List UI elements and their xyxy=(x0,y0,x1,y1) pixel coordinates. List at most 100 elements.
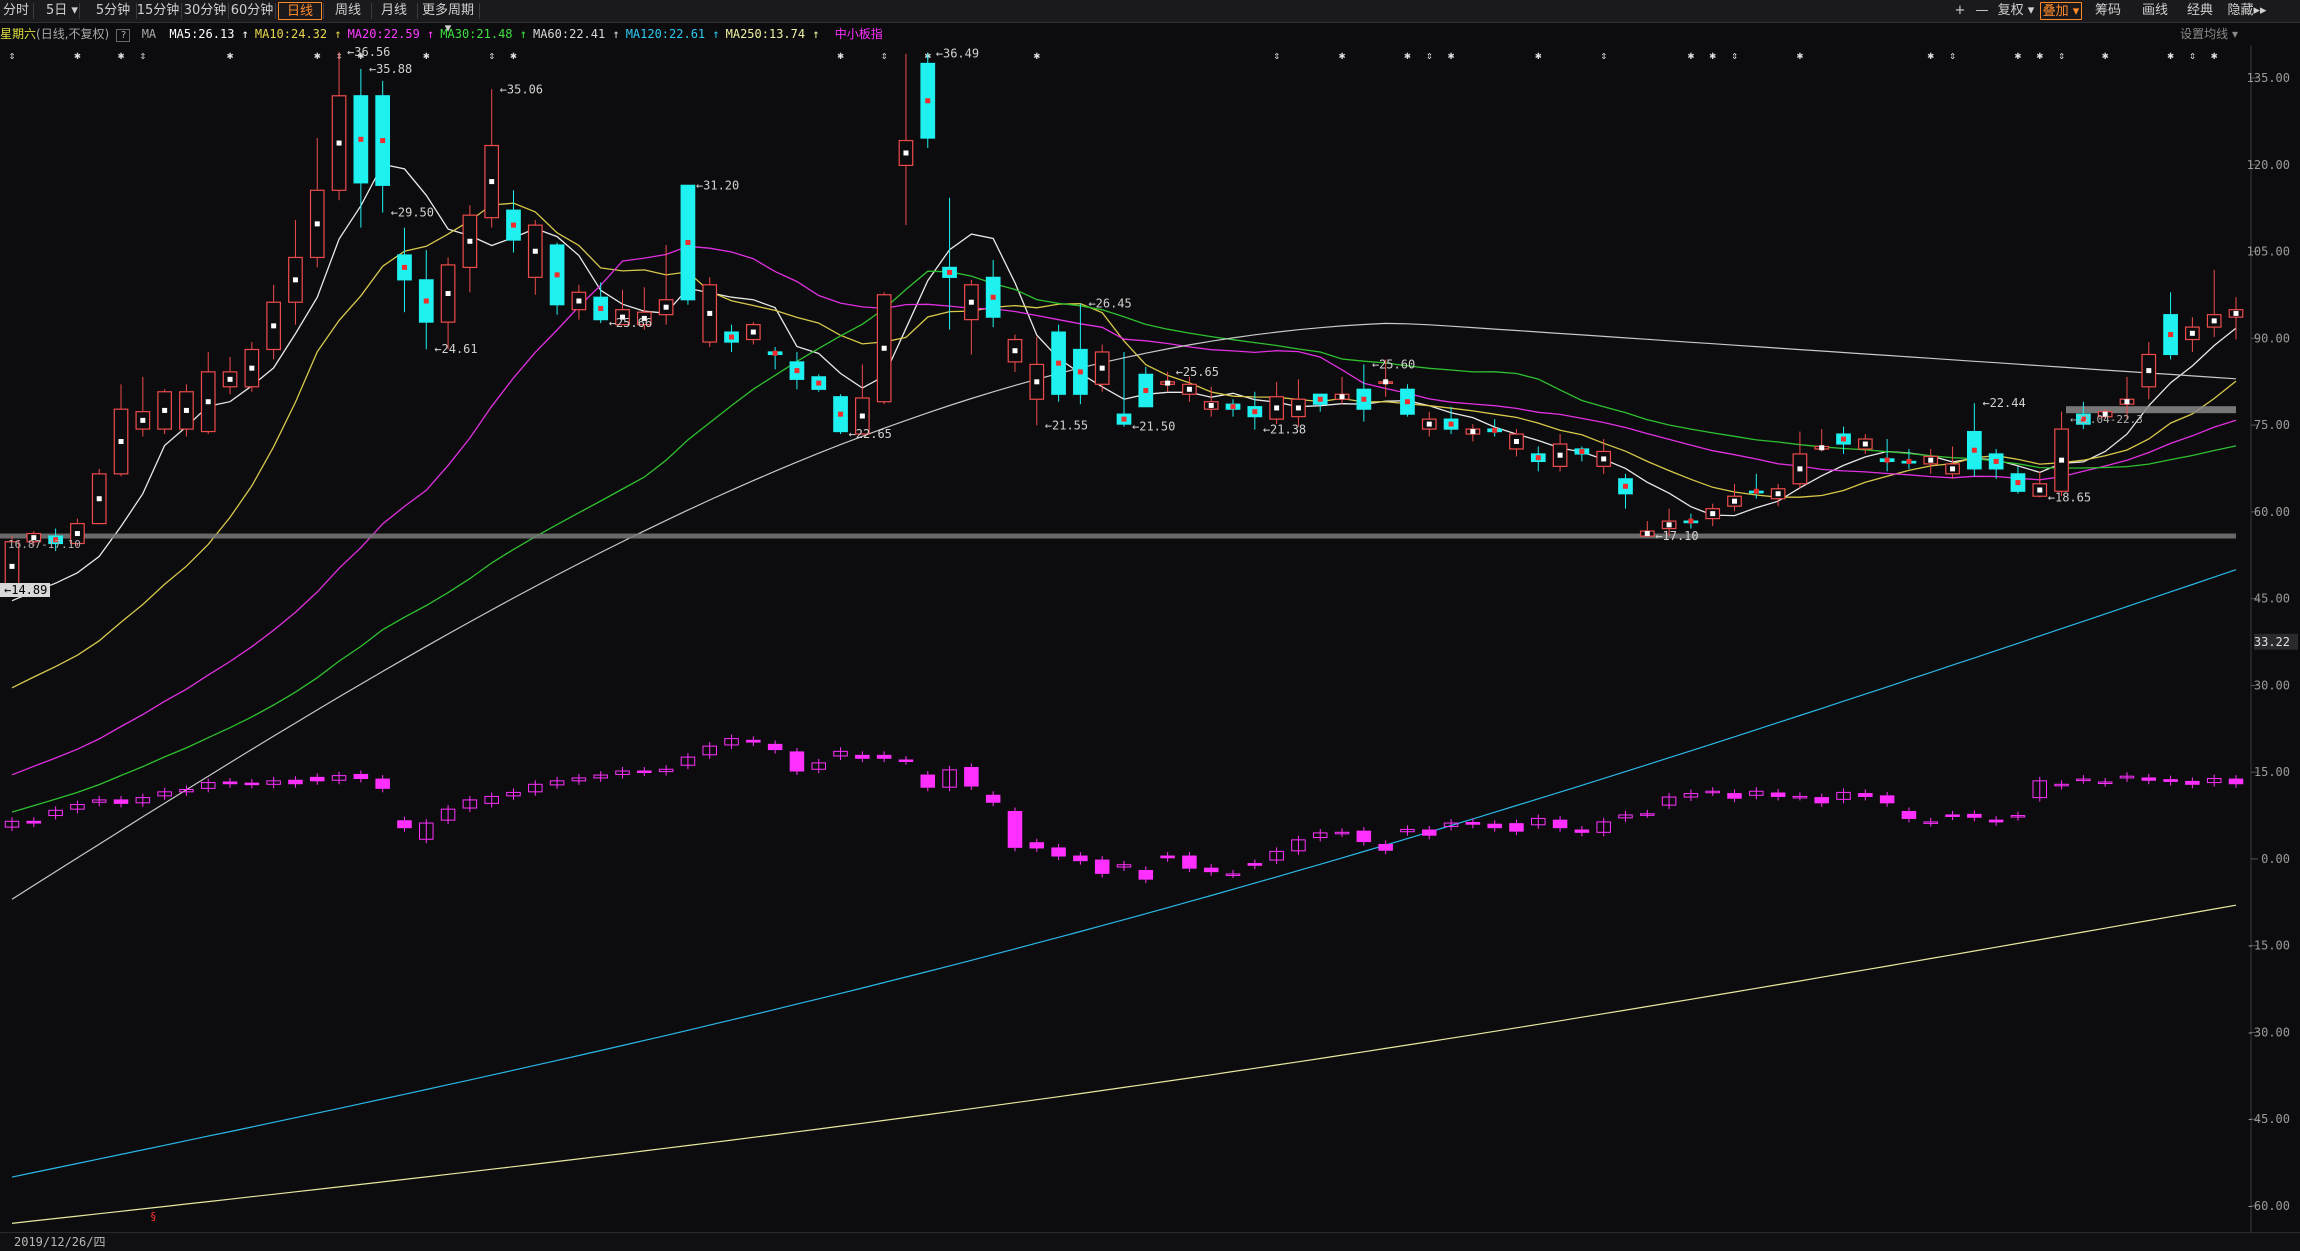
candle-center-dot xyxy=(1274,405,1280,411)
event-marker: ✱ xyxy=(2167,49,2174,62)
overlay-candle xyxy=(1094,859,1110,874)
toolbar-right-button-4[interactable]: 筹码 xyxy=(2088,2,2128,20)
event-marker: ✱ xyxy=(227,49,234,62)
toolbar-right-button-2[interactable]: 复权 ▾ xyxy=(1996,2,2036,20)
price-annotation: ←18.65 xyxy=(2048,490,2091,504)
up-arrow-icon: ↑ xyxy=(512,27,527,41)
event-marker: ⇕ xyxy=(488,49,495,62)
candle-center-dot xyxy=(1186,386,1192,392)
event-marker: ✱ xyxy=(2015,49,2022,62)
period-tab-1[interactable]: 5日 ▾ xyxy=(46,2,78,20)
overlay-candle xyxy=(1901,810,1917,819)
candle-center-dot xyxy=(2124,399,2130,405)
price-annotation: ←35.88 xyxy=(369,62,412,76)
candle-center-dot xyxy=(1252,409,1258,415)
candle-center-dot xyxy=(1404,399,1410,405)
toolbar-divider xyxy=(79,3,80,19)
up-arrow-icon: ↑ xyxy=(805,27,820,41)
axis-tick-label: -15.00 xyxy=(2247,939,2290,953)
toolbar-right-button-3[interactable]: 叠加 ▾ xyxy=(2040,2,2082,20)
current-value-label: 33.22 xyxy=(2254,635,2290,649)
candle-center-dot xyxy=(1295,405,1301,411)
ma-value-1: MA10:24.32 xyxy=(254,27,328,41)
price-annotation: ←24.61 xyxy=(434,342,477,356)
candle-center-dot xyxy=(1121,416,1127,422)
price-annotation: ←21.38 xyxy=(1263,423,1306,437)
candle-center-dot xyxy=(859,413,865,419)
candle-center-dot xyxy=(576,298,582,304)
candle-center-dot xyxy=(1688,518,1694,524)
axis-tick-label: 75.00 xyxy=(2254,418,2290,432)
annotation-label: ←21.50 xyxy=(1132,420,1175,434)
period-tab-6[interactable]: 日线 xyxy=(278,2,322,20)
period-tab-3[interactable]: 15分钟 xyxy=(136,2,180,20)
annotation-label: ←31.20 xyxy=(696,178,739,192)
candle-center-dot xyxy=(2233,310,2239,316)
period-tab-7[interactable]: 周线 xyxy=(326,2,370,20)
event-marker: ⇕ xyxy=(2058,49,2065,62)
toolbar-right-button-0[interactable]: + xyxy=(1950,2,1970,20)
candle-center-dot xyxy=(1928,457,1934,463)
event-marker: ✱ xyxy=(510,49,517,62)
toolbar-right-button-1[interactable]: — xyxy=(1972,2,1992,20)
candle-center-dot xyxy=(554,272,560,278)
candle-center-dot xyxy=(314,221,320,227)
candle-center-dot xyxy=(140,417,146,423)
candle-center-dot xyxy=(1012,348,1018,354)
toolbar-right-button-6[interactable]: 经典 xyxy=(2180,2,2220,20)
ma-settings-link[interactable]: 设置均线 ▾ xyxy=(2180,23,2238,45)
candle-center-dot xyxy=(358,136,364,142)
annotation-label: ←25.60 xyxy=(1372,357,1415,371)
event-marker: ⇕ xyxy=(1949,49,1956,62)
axis-tick-label: 60.00 xyxy=(2254,505,2290,519)
event-marker: ✱ xyxy=(1448,49,1455,62)
period-tab-5[interactable]: 60分钟 xyxy=(230,2,274,20)
help-icon[interactable]: ? xyxy=(116,29,131,42)
event-marker: ✱ xyxy=(1688,49,1695,62)
axis-tick-label: 45.00 xyxy=(2254,592,2290,606)
candle-center-dot xyxy=(1077,369,1083,375)
toolbar-right-button-7[interactable]: 隐藏▸▸ xyxy=(2224,2,2270,20)
up-arrow-icon: ↑ xyxy=(327,27,342,41)
event-marker: ✱ xyxy=(1797,49,1804,62)
toolbar-right-button-5[interactable]: 画线 xyxy=(2134,2,2176,20)
candle-center-dot xyxy=(1666,522,1672,528)
candle-center-dot xyxy=(2146,368,2152,374)
candle-center-dot xyxy=(772,350,778,356)
overlay-indicator-label[interactable]: 中小板指 xyxy=(835,27,883,41)
price-band-22-04 xyxy=(2066,406,2236,414)
kline-chart[interactable]: 135.00 120.00 105.00 90.00 75.00 60.00 45.00 30… xyxy=(0,45,2300,1232)
event-marker: ⇕ xyxy=(881,49,888,62)
axis-tick-label: 105.00 xyxy=(2247,245,2290,259)
price-annotation: ←21.50 xyxy=(1132,420,1175,434)
overlay-candle xyxy=(309,776,325,782)
event-marker: ✱ xyxy=(837,49,844,62)
candle-center-dot xyxy=(1579,448,1585,454)
annotation-label: ←29.50 xyxy=(391,206,434,220)
candle-center-dot xyxy=(816,380,822,386)
period-tab-4[interactable]: 30分钟 xyxy=(183,2,227,20)
overlay-candle xyxy=(1378,843,1393,851)
annotation-label: ←26.45 xyxy=(1088,296,1131,310)
axis-tick-label: -60.00 xyxy=(2247,1199,2290,1213)
candle-center-dot xyxy=(1143,388,1149,394)
candle-center-dot xyxy=(9,563,15,569)
event-marker: ✱ xyxy=(2211,49,2218,62)
candle-center-dot xyxy=(1862,441,1868,447)
period-tab-2[interactable]: 5分钟 xyxy=(91,2,135,20)
candle-center-dot xyxy=(881,345,887,351)
price-annotation: ←22.44 xyxy=(1982,396,2025,410)
period-tab-9[interactable]: 更多周期 ▾ xyxy=(418,2,478,36)
event-marker: ⇕ xyxy=(2189,49,2196,62)
period-tab-8[interactable]: 月线 xyxy=(372,2,416,20)
event-marker: ✱ xyxy=(1927,49,1934,62)
overlay-candle xyxy=(1487,823,1502,829)
overlay-candle xyxy=(898,759,914,763)
ma-value-4: MA60:22.41 xyxy=(532,27,606,41)
candle-center-dot xyxy=(401,264,407,270)
toolbar-divider xyxy=(33,3,34,19)
period-tab-0[interactable]: 分时 xyxy=(0,2,32,20)
overlay-candle xyxy=(855,754,870,759)
toolbar-divider xyxy=(181,3,182,19)
candle-center-dot xyxy=(1513,439,1519,445)
